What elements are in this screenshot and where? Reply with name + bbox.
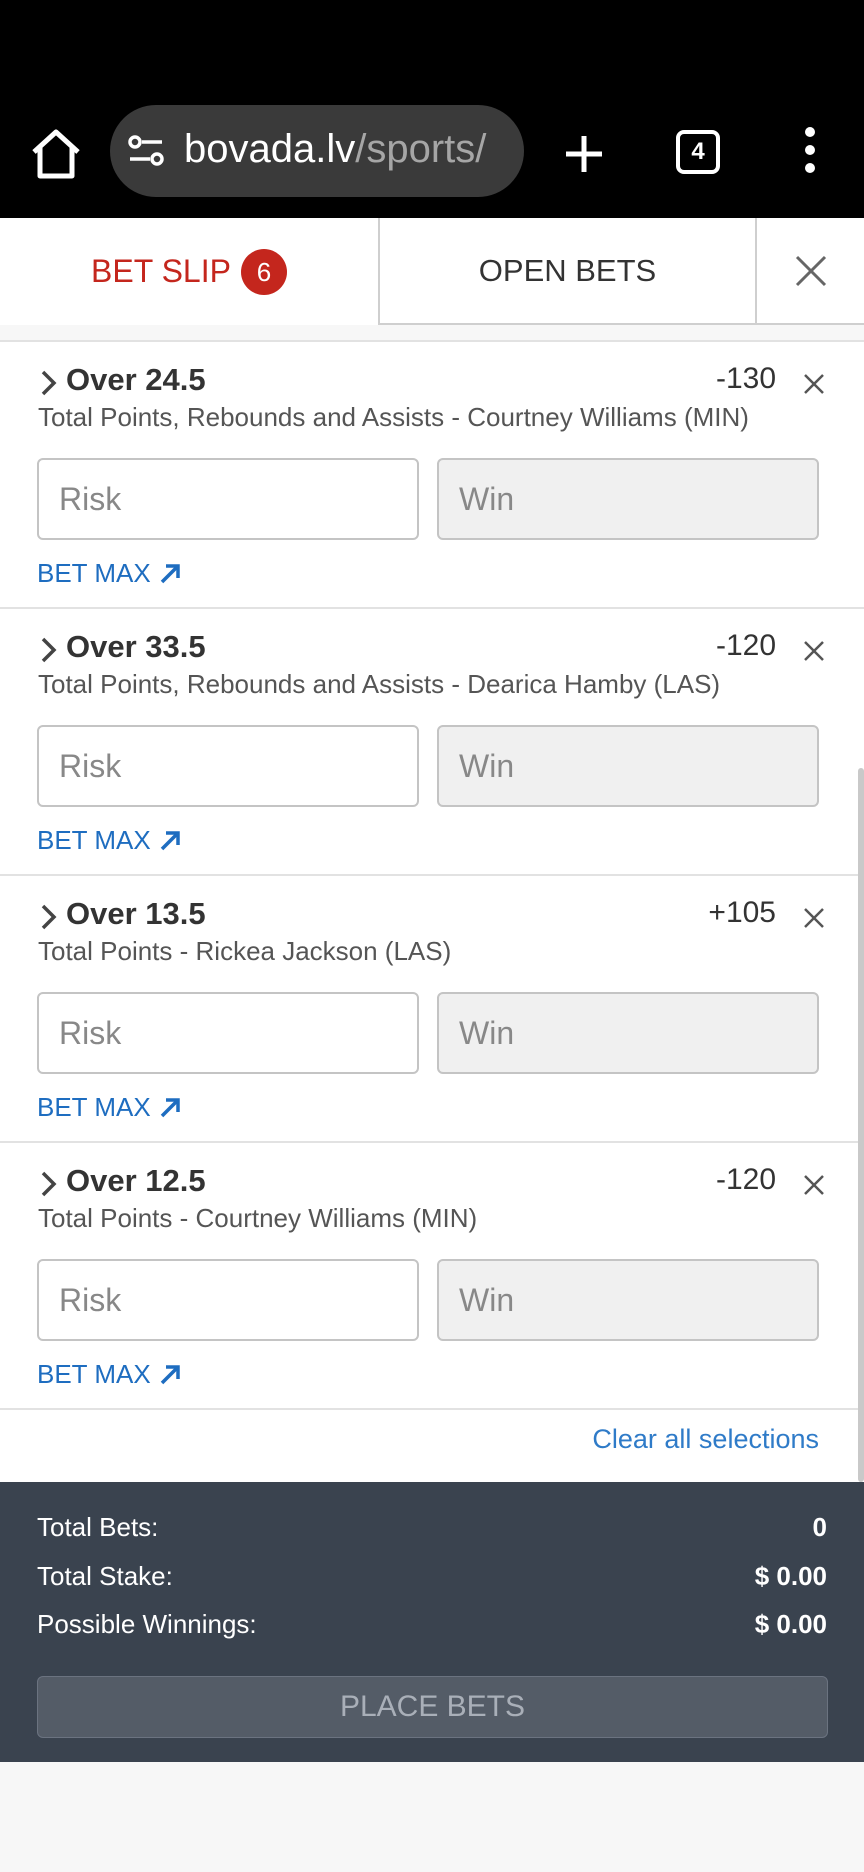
browser-toolbar: bovada.lv/sports/ 4 bbox=[0, 90, 864, 218]
total-stake-value: $ 0.00 bbox=[754, 1561, 827, 1591]
close-icon bbox=[795, 255, 826, 286]
status-bar bbox=[0, 0, 864, 90]
bet-title: Over 24.5 bbox=[66, 362, 206, 397]
risk-input[interactable]: Risk bbox=[37, 992, 419, 1074]
bet-odds: +105 bbox=[708, 896, 776, 929]
risk-input[interactable]: Risk bbox=[37, 458, 419, 540]
arrow-up-right-icon bbox=[160, 1097, 180, 1117]
bet-item: Over 33.5 -120 Total Points, Rebounds an… bbox=[0, 609, 864, 876]
bet-count-badge: 6 bbox=[240, 248, 287, 295]
close-betslip-button[interactable] bbox=[755, 218, 864, 325]
risk-input[interactable]: Risk bbox=[37, 1259, 419, 1341]
remove-bet-icon[interactable] bbox=[802, 906, 826, 930]
possible-winnings-value: $ 0.00 bbox=[754, 1609, 827, 1639]
place-bets-button[interactable]: PLACE BETS bbox=[37, 1676, 828, 1738]
bet-description: Total Points, Rebounds and Assists - Cou… bbox=[38, 402, 749, 432]
bet-title: Over 12.5 bbox=[66, 1163, 206, 1198]
bet-max-link[interactable]: BET MAX bbox=[37, 1092, 181, 1123]
home-icon[interactable] bbox=[28, 126, 84, 182]
win-field: Win bbox=[437, 1259, 819, 1341]
scrollbar[interactable] bbox=[858, 768, 864, 1482]
url-host: bovada.lv bbox=[184, 127, 356, 171]
more-menu-icon[interactable] bbox=[790, 120, 830, 180]
bet-item: Over 24.5 -130 Total Points, Rebounds an… bbox=[0, 342, 864, 609]
possible-winnings-row: Possible Winnings: $ 0.00 bbox=[37, 1609, 827, 1640]
chevron-right-icon[interactable] bbox=[38, 368, 60, 398]
risk-input[interactable]: Risk bbox=[37, 725, 419, 807]
clear-row: Clear all selections bbox=[0, 1410, 864, 1482]
total-bets-row: Total Bets: 0 bbox=[37, 1512, 827, 1543]
bottom-area bbox=[0, 1762, 864, 1872]
arrow-up-right-icon bbox=[160, 563, 180, 583]
bet-summary: Total Bets: 0 Total Stake: $ 0.00 Possib… bbox=[0, 1482, 864, 1762]
total-stake-row: Total Stake: $ 0.00 bbox=[37, 1561, 827, 1592]
clear-all-selections-link[interactable]: Clear all selections bbox=[592, 1424, 819, 1455]
win-field: Win bbox=[437, 458, 819, 540]
remove-bet-icon[interactable] bbox=[802, 372, 826, 396]
bet-title: Over 33.5 bbox=[66, 629, 206, 664]
bet-max-link[interactable]: BET MAX bbox=[37, 825, 181, 856]
bet-max-label: BET MAX bbox=[37, 825, 151, 855]
bet-max-link[interactable]: BET MAX bbox=[37, 1359, 181, 1390]
bet-item: Over 12.5 -120 Total Points - Courtney W… bbox=[0, 1143, 864, 1410]
bet-odds: -120 bbox=[715, 629, 776, 662]
win-field: Win bbox=[437, 992, 819, 1074]
bet-description: Total Points - Rickea Jackson (LAS) bbox=[38, 936, 452, 966]
chevron-right-icon[interactable] bbox=[38, 1169, 60, 1199]
address-bar[interactable]: bovada.lv/sports/ bbox=[110, 105, 524, 197]
bet-max-link[interactable]: BET MAX bbox=[37, 558, 181, 589]
bet-item: Over 13.5 +105 Total Points - Rickea Jac… bbox=[0, 876, 864, 1143]
total-stake-label: Total Stake: bbox=[37, 1561, 173, 1591]
bet-description: Total Points - Courtney Williams (MIN) bbox=[38, 1203, 478, 1233]
chevron-right-icon[interactable] bbox=[38, 902, 60, 932]
bet-odds: -120 bbox=[715, 1163, 776, 1196]
tab-switcher-button[interactable]: 4 bbox=[676, 130, 720, 174]
new-tab-icon[interactable] bbox=[560, 126, 608, 182]
remove-bet-icon[interactable] bbox=[802, 639, 826, 663]
possible-winnings-label: Possible Winnings: bbox=[37, 1609, 257, 1639]
bet-slip-label: BET SLIP bbox=[91, 253, 231, 289]
bet-odds: -130 bbox=[715, 362, 776, 395]
url-text: bovada.lv/sports/ bbox=[184, 127, 486, 172]
bet-max-label: BET MAX bbox=[37, 558, 151, 588]
total-bets-label: Total Bets: bbox=[37, 1512, 159, 1542]
tab-open-bets[interactable]: OPEN BETS bbox=[378, 218, 755, 325]
chevron-right-icon[interactable] bbox=[38, 635, 60, 665]
bet-max-label: BET MAX bbox=[37, 1359, 151, 1389]
tab-bet-slip[interactable]: BET SLIP 6 bbox=[0, 218, 378, 325]
remove-bet-icon[interactable] bbox=[802, 1173, 826, 1197]
total-bets-value: 0 bbox=[812, 1512, 827, 1542]
bet-list[interactable]: Over 24.5 -130 Total Points, Rebounds an… bbox=[0, 340, 864, 1482]
bet-max-label: BET MAX bbox=[37, 1092, 151, 1122]
bet-description: Total Points, Rebounds and Assists - Dea… bbox=[38, 669, 721, 699]
bet-title: Over 13.5 bbox=[66, 896, 206, 931]
url-path: /sports/ bbox=[355, 127, 487, 171]
betslip-tabs: BET SLIP 6 OPEN BETS bbox=[0, 218, 864, 325]
arrow-up-right-icon bbox=[160, 830, 180, 850]
win-field: Win bbox=[437, 725, 819, 807]
site-settings-icon[interactable] bbox=[126, 131, 166, 171]
arrow-up-right-icon bbox=[160, 1364, 180, 1384]
